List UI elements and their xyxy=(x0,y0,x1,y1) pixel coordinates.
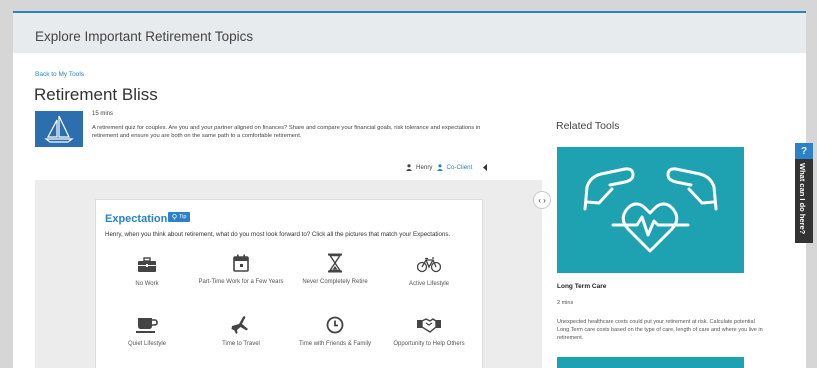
tool-description: A retirement quiz for couples. Are you a… xyxy=(92,125,481,139)
briefcase-icon xyxy=(102,255,192,275)
help-question-button[interactable]: ? xyxy=(795,143,813,159)
related-tool-name[interactable]: Long Term Care xyxy=(557,283,606,290)
related-tool-description: Unexpected healthcare costs could put yo… xyxy=(557,319,763,341)
expectation-label: Quiet Lifestyle xyxy=(127,341,167,347)
sailboat-icon xyxy=(35,111,83,147)
panel-toggle-button[interactable]: ‹ › xyxy=(533,191,551,209)
expectation-label: Time to Travel xyxy=(222,341,260,347)
tool-duration: 15 mins xyxy=(92,111,114,117)
expectation-label: Active Lifestyle xyxy=(408,281,450,287)
user-selector: Henry Co-Client xyxy=(406,164,488,171)
expectation-label: Never Completely Retire xyxy=(302,279,368,285)
help-tab-label: What can I do here? xyxy=(798,163,807,235)
expectations-card: Expectations Tip Henry, when you think a… xyxy=(95,199,483,368)
expectation-never-retire[interactable]: Never Completely Retire xyxy=(290,253,380,286)
page-frame: Explore Important Retirement Topics Back… xyxy=(13,11,806,368)
expectations-prompt: Henry, when you think about retirement, … xyxy=(105,231,451,238)
tip-label: Tip xyxy=(179,214,187,220)
person-icon xyxy=(406,164,412,171)
expectation-label: Part-Time Work for a Few Years xyxy=(198,279,284,285)
lightbulb-icon xyxy=(172,214,177,220)
expectation-no-work[interactable]: No Work xyxy=(102,255,192,288)
handshake-icon xyxy=(384,315,474,335)
expectation-help-others[interactable]: Opportunity to Help Others xyxy=(384,315,474,348)
tip-button[interactable]: Tip xyxy=(168,212,191,222)
related-tool-duration: 2 mins xyxy=(557,300,574,306)
expectation-quiet-lifestyle[interactable]: Quiet Lifestyle xyxy=(102,315,192,348)
expectation-time-to-travel[interactable]: Time to Travel xyxy=(196,315,286,348)
page-header: Explore Important Retirement Topics xyxy=(13,13,806,53)
user-primary[interactable]: Henry xyxy=(416,164,433,171)
expectation-part-time-work[interactable]: Part-Time Work for a Few Years xyxy=(196,253,286,286)
expectation-label: No Work xyxy=(135,281,159,287)
expectation-label: Opportunity to Help Others xyxy=(393,341,465,347)
help-tab[interactable]: What can I do here? xyxy=(795,159,813,243)
page-title: Retirement Bliss xyxy=(34,85,158,104)
airplane-icon xyxy=(196,315,286,335)
expectation-friends-family[interactable]: Time with Friends & Family xyxy=(290,315,380,348)
bicycle-icon xyxy=(384,255,474,275)
header-title: Explore Important Retirement Topics xyxy=(35,29,254,44)
expectation-active-lifestyle[interactable]: Active Lifestyle xyxy=(384,255,474,288)
person-icon xyxy=(436,164,443,171)
clock-icon xyxy=(290,315,380,335)
related-tools-title: Related Tools xyxy=(556,120,620,132)
chevrons-icon: ‹ › xyxy=(538,195,546,205)
calendar-icon xyxy=(196,253,286,273)
coffee-cup-icon xyxy=(102,315,192,335)
user-secondary[interactable]: Co-Client xyxy=(447,164,473,171)
expectations-title: Expectations xyxy=(105,213,174,225)
expectation-label: Time with Friends & Family xyxy=(298,341,372,347)
back-link[interactable]: Back to My Tools xyxy=(35,71,84,78)
hands-heart-icon[interactable] xyxy=(557,147,744,273)
related-tool-image[interactable] xyxy=(557,357,744,368)
hourglass-icon xyxy=(290,253,380,273)
caret-left-icon[interactable] xyxy=(482,164,488,171)
